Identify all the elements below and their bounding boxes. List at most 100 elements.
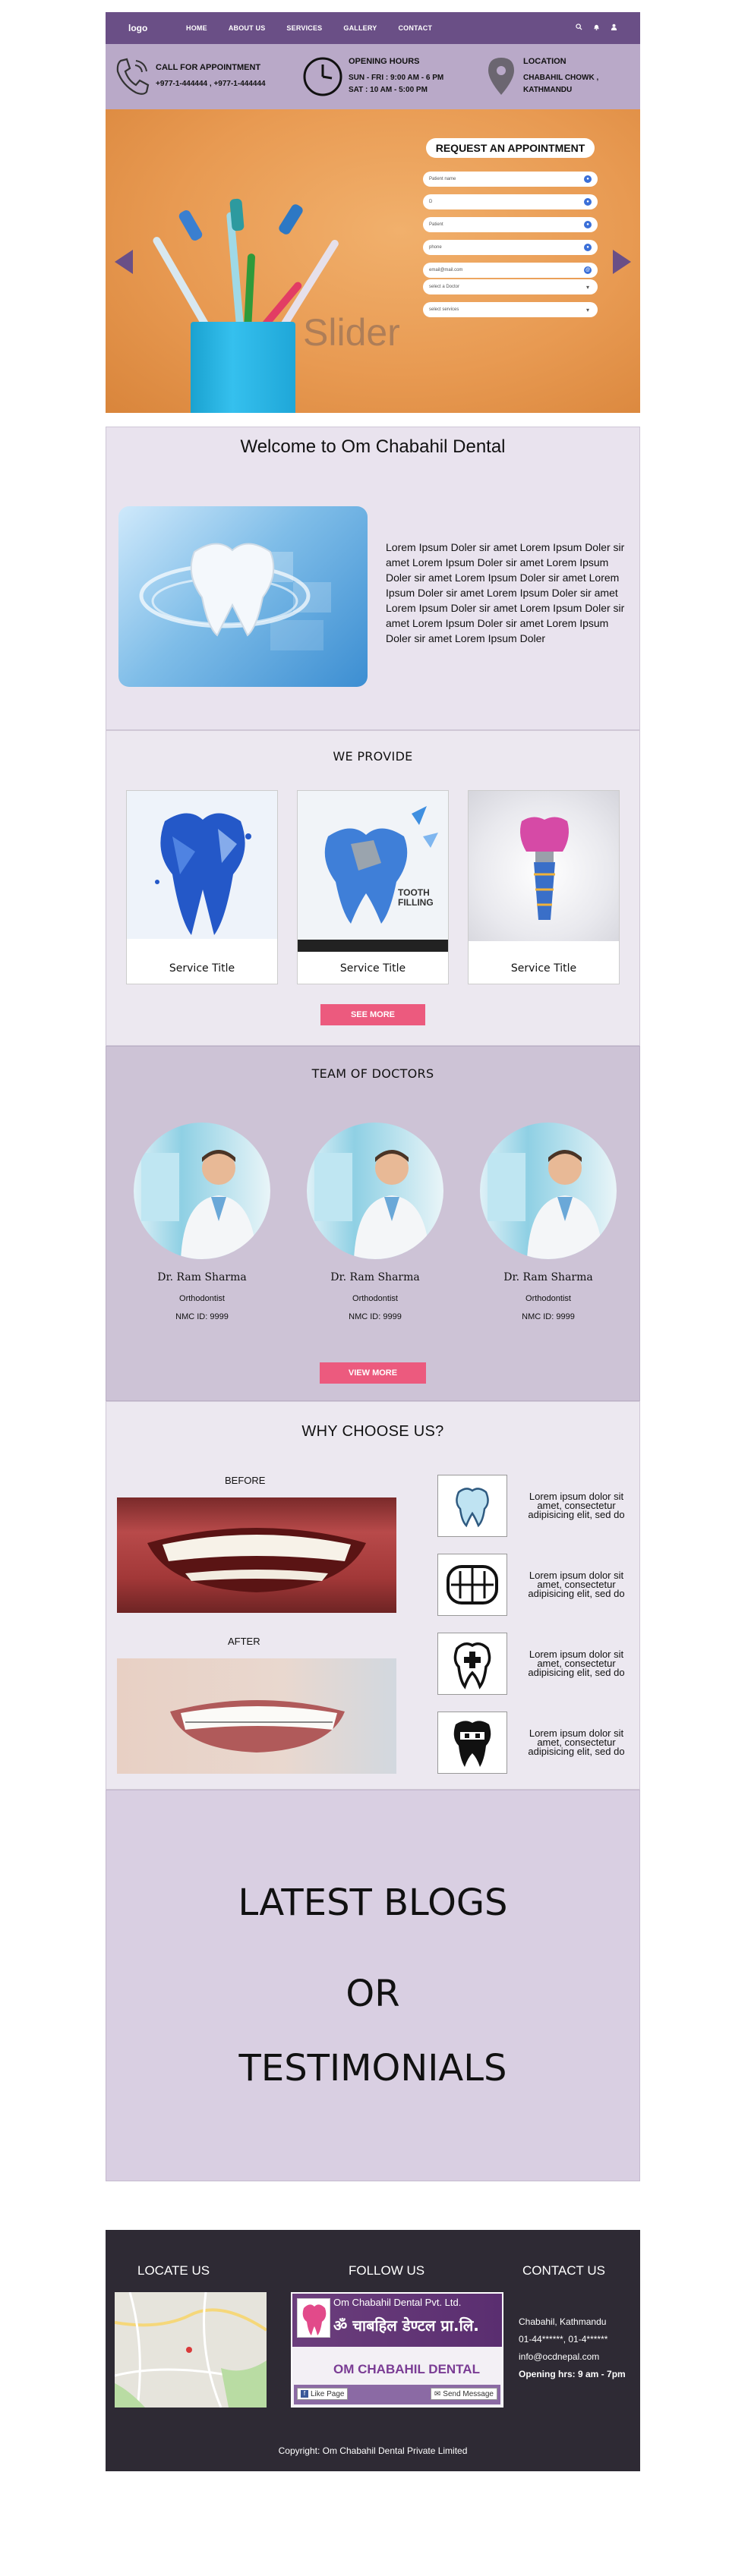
or-text: OR (346, 1973, 400, 2015)
service-title: Service Title (169, 962, 235, 975)
latest-blogs-heading[interactable]: LATEST BLOGS (106, 1882, 639, 1924)
contact-phone[interactable]: 01-44******, 01-4****** (519, 2331, 626, 2348)
search-icon[interactable] (576, 24, 582, 33)
field-3[interactable]: Patient ● (423, 217, 598, 232)
fb-send-message-button[interactable]: ✉ Send Message (430, 2388, 497, 2400)
nav-menu: HOME ABOUT US SERVICES GALLERY CONTACT (186, 24, 576, 32)
location-map[interactable] (115, 2292, 267, 2408)
reason-row: Lorem ipsum dolor sit amet, consectetur … (437, 1712, 633, 1774)
footer: LOCATE US FOLLOW US CONTACT US Om Chabah… (106, 2230, 640, 2471)
clock-icon (301, 55, 344, 98)
nav-services[interactable]: SERVICES (286, 24, 322, 32)
service-card[interactable]: Service Title (126, 790, 278, 984)
slider-next-arrow[interactable] (613, 250, 631, 274)
contact-us-heading: CONTACT US (522, 2263, 605, 2278)
chevron-down-icon: ▾ (585, 306, 589, 313)
location-line2: KATHMANDU (523, 86, 573, 94)
team-section: TEAM OF DOCTORS Dr. Ram Sharma Orthodont… (106, 1046, 640, 1401)
logo[interactable]: logo (128, 23, 186, 33)
call-numbers[interactable]: +977-1-444444 , +977-1-444444 (156, 78, 266, 90)
doctor-card[interactable]: Dr. Ram Sharma Orthodontist NMC ID: 9999 (472, 1123, 624, 1321)
after-smile-image (117, 1658, 396, 1774)
contact-hours: Opening hrs: 9 am - 7pm (519, 2369, 626, 2379)
nav-about-us[interactable]: ABOUT US (229, 24, 266, 32)
why-choose-us-section: WHY CHOOSE US? BEFORE AFTER Lorem ipsum … (106, 1401, 640, 1790)
appointment-heading: REQUEST AN APPOINTMENT (426, 138, 595, 158)
see-more-button[interactable]: SEE MORE (320, 1004, 425, 1025)
services-select[interactable]: select services ▾ (423, 302, 598, 317)
doctor-name: Dr. Ram Sharma (157, 1271, 247, 1283)
phone-field[interactable]: phone ● (423, 240, 598, 255)
user-icon: ● (584, 175, 592, 183)
doctor-specialty: Orthodontist (179, 1294, 225, 1303)
facebook-icon: f (301, 2390, 308, 2398)
services-title: WE PROVIDE (333, 749, 413, 764)
service-title: Service Title (339, 962, 406, 975)
hours-weekday: SUN - FRI : 9:00 AM - 6 PM (349, 74, 444, 82)
appointment-form: REQUEST AN APPOINTMENT Patient name ● D ● … (423, 138, 598, 325)
doctor-photo (134, 1123, 270, 1259)
testimonials-heading[interactable]: TESTIMONIALS (106, 2047, 639, 2089)
facebook-widget[interactable]: Om Chabahil Dental Pvt. Ltd. ॐ चाबहिल डे… (291, 2292, 503, 2408)
doctor-specialty: Orthodontist (352, 1294, 398, 1303)
location-info: LOCATION CHABAHIL CHOWK , KATHMANDU (484, 55, 598, 98)
locate-us-heading: LOCATE US (137, 2263, 210, 2278)
phone-icon (113, 56, 151, 97)
services-section: WE PROVIDE Service Title TOOTH FILLING S… (106, 730, 640, 1046)
reason-row: Lorem ipsum dolor sit amet, consectetur … (437, 1475, 633, 1537)
messenger-icon: ✉ (434, 2389, 441, 2398)
doctor-list: Dr. Ram Sharma Orthodontist NMC ID: 9999… (126, 1123, 624, 1321)
nav-home[interactable]: HOME (186, 24, 207, 32)
doctor-name: Dr. Ram Sharma (330, 1271, 420, 1283)
contact-email[interactable]: info@ocdnepal.com (519, 2348, 626, 2366)
nav-contact[interactable]: CONTACT (398, 24, 432, 32)
services-cards: Service Title TOOTH FILLING Service Titl… (126, 790, 620, 984)
patient-name-field[interactable]: Patient name ● (423, 172, 598, 187)
top-nav: logo HOME ABOUT US SERVICES GALLERY CONT… (106, 12, 640, 44)
email-field[interactable]: email@mail.com @ (423, 263, 598, 278)
tooth-cross-icon (437, 1633, 507, 1695)
blue-tooth-image (127, 791, 277, 952)
dental-implant-image (469, 791, 619, 952)
reason-text: Lorem ipsum dolor sit amet, consectetur … (528, 1649, 625, 1678)
slider-prev-arrow[interactable] (115, 250, 133, 274)
service-card[interactable]: Service Title (468, 790, 620, 984)
doctor-card[interactable]: Dr. Ram Sharma Orthodontist NMC ID: 9999 (126, 1123, 278, 1321)
view-more-button[interactable]: VIEW MORE (320, 1362, 426, 1384)
welcome-body: Lorem Ipsum Doler sir amet Lorem Ipsum D… (386, 541, 625, 644)
tooth-image (118, 506, 368, 687)
call-title: CALL FOR APPOINTMENT (156, 63, 261, 72)
doctor-nmc: NMC ID: 9999 (175, 1312, 229, 1321)
email-icon: @ (584, 266, 592, 274)
doctor-select[interactable]: select a Doctor ▾ (423, 279, 598, 294)
location-title: LOCATION (523, 57, 566, 66)
nav-gallery[interactable]: GALLERY (343, 24, 377, 32)
fb-banner-title: OM CHABAHIL DENTAL (333, 2362, 480, 2376)
reason-text: Lorem ipsum dolor sit amet, consectetur … (528, 1727, 625, 1757)
fb-page-name[interactable]: Om Chabahil Dental Pvt. Ltd. (333, 2297, 461, 2308)
service-card[interactable]: TOOTH FILLING Service Title (297, 790, 449, 984)
call-info: CALL FOR APPOINTMENT +977-1-444444 , +97… (113, 56, 301, 97)
reason-text: Lorem ipsum dolor sit amet, consectetur … (528, 1491, 625, 1520)
doctor-card[interactable]: Dr. Ram Sharma Orthodontist NMC ID: 9999 (299, 1123, 451, 1321)
fb-nepali-name: ॐ चाबहिल डेण्टल प्रा.लि. (333, 2316, 479, 2335)
contact-address: Chabahil, Kathmandu (519, 2316, 607, 2327)
location-line1: CHABAHIL CHOWK , (523, 74, 599, 82)
braces-tooth-icon (437, 1712, 507, 1774)
bell-icon[interactable] (593, 24, 600, 33)
tooth-icon (437, 1475, 507, 1537)
before-label: BEFORE (225, 1475, 266, 1486)
page-avatar (297, 2298, 330, 2338)
user-icon: ● (584, 221, 592, 228)
tooth-filling-caption: TOOTH FILLING (398, 887, 434, 908)
user-icon[interactable] (611, 24, 617, 33)
fb-like-button[interactable]: f Like Page (297, 2388, 349, 2400)
why-title: WHY CHOOSE US? (301, 1423, 444, 1440)
reason-row: Lorem ipsum dolor sit amet, consectetur … (437, 1554, 633, 1616)
hours-info: OPENING HOURS SUN - FRI : 9:00 AM - 6 PM… (301, 55, 484, 98)
field-2[interactable]: D ● (423, 194, 598, 209)
doctor-name: Dr. Ram Sharma (503, 1271, 593, 1283)
follow-us-heading: FOLLOW US (349, 2263, 425, 2278)
contact-details: Chabahil, Kathmandu 01-44******, 01-4***… (519, 2313, 626, 2383)
after-label: AFTER (228, 1636, 260, 1647)
